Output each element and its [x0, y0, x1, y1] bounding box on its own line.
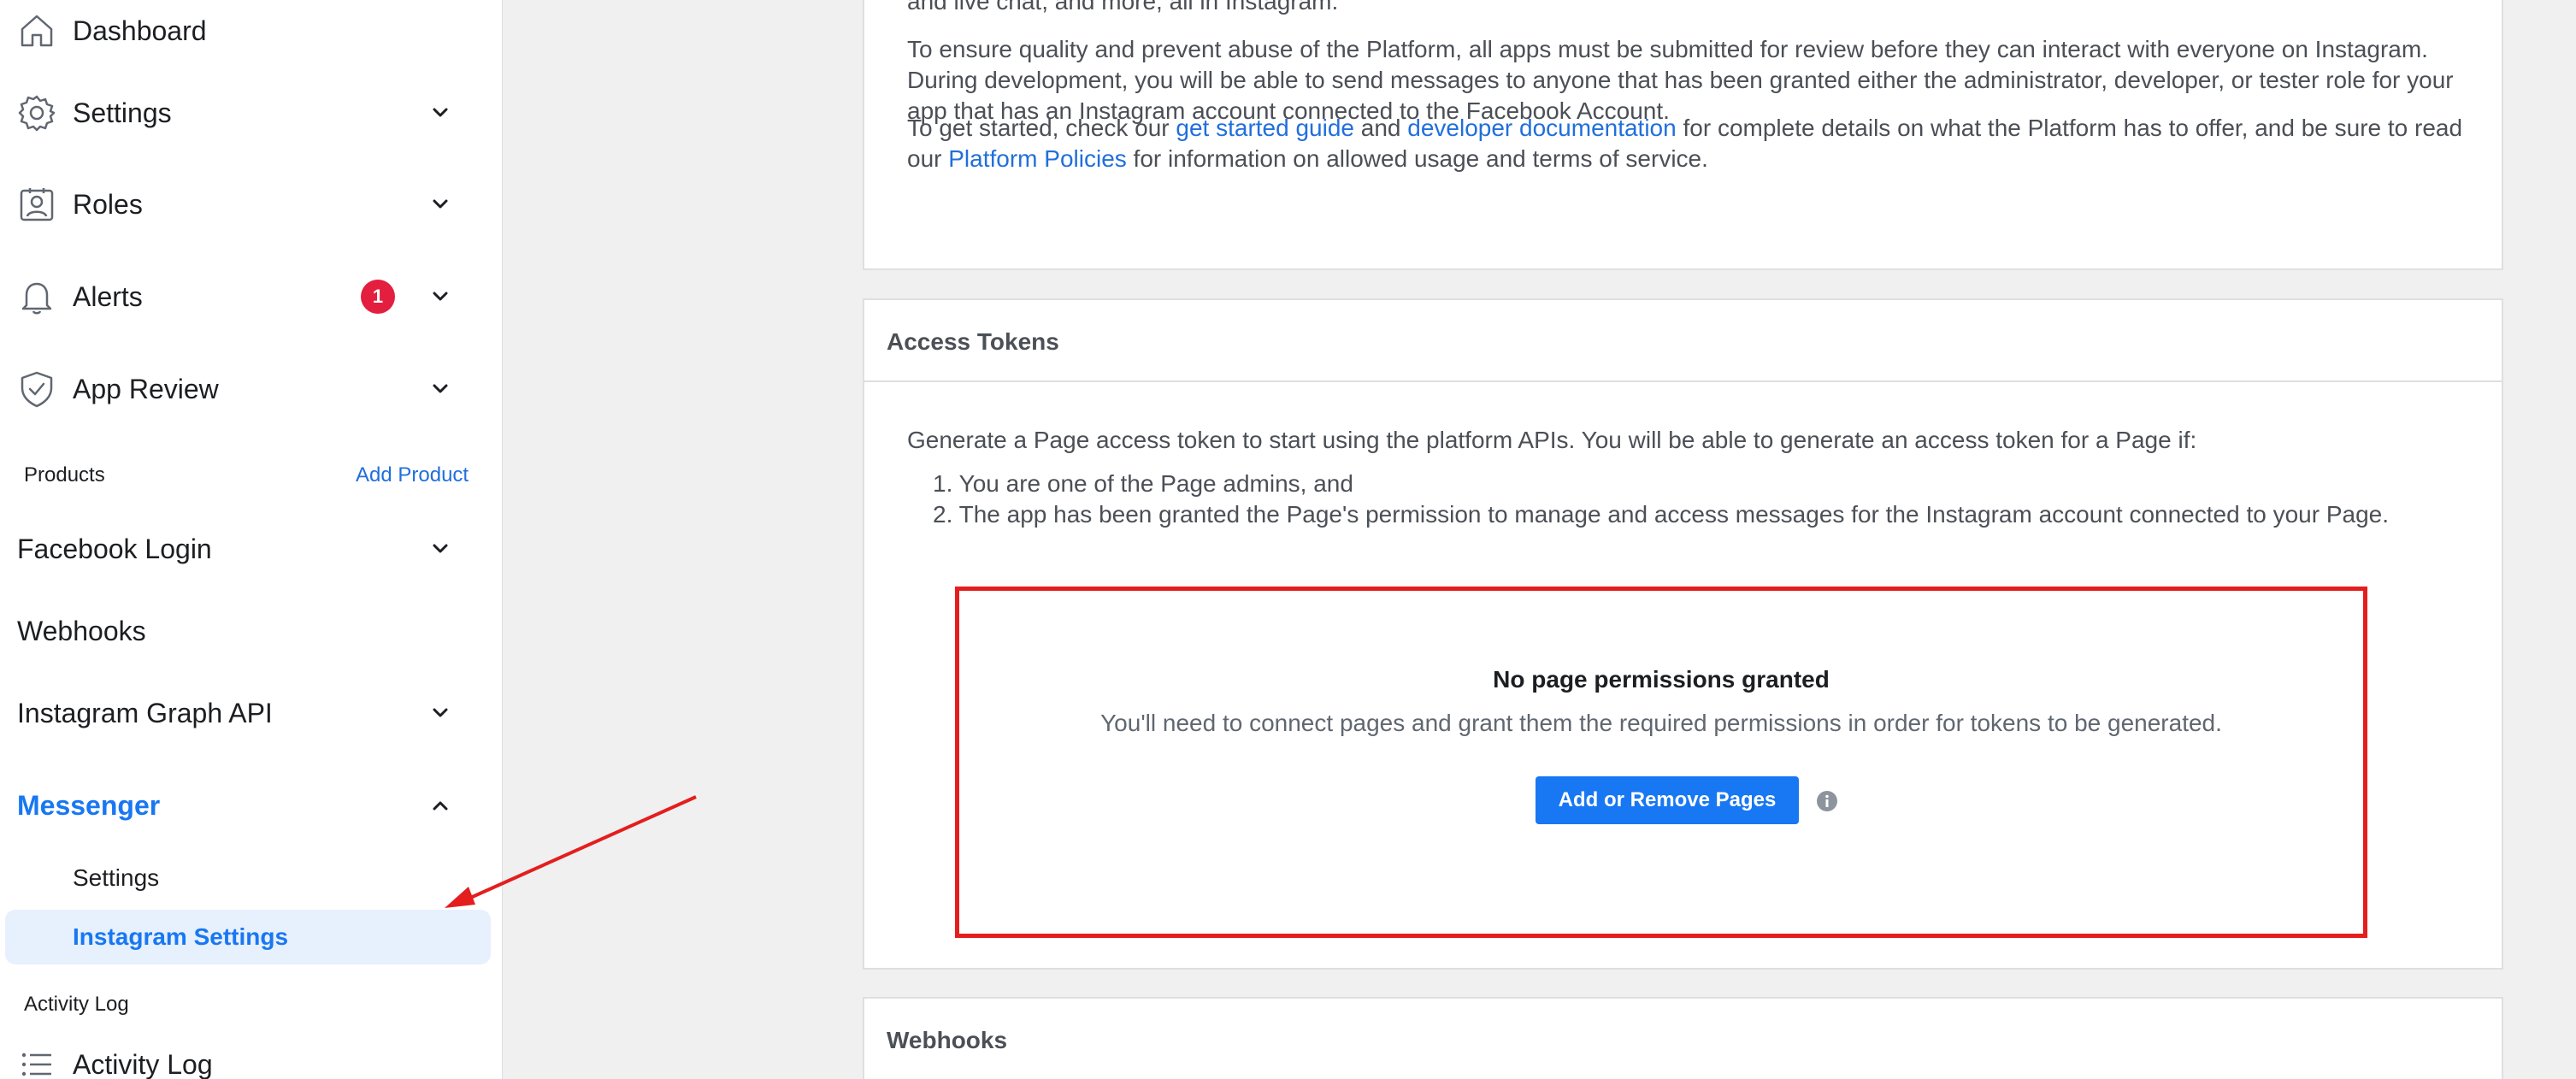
chevron-down-icon[interactable] — [427, 536, 453, 562]
empty-state-title: No page permissions granted — [1493, 666, 1830, 693]
empty-state-description: You'll need to connect pages and grant t… — [1100, 710, 2222, 736]
products-heading: Products — [24, 463, 105, 486]
gear-icon — [17, 93, 56, 133]
sidebar-item-messenger[interactable]: Messenger — [0, 764, 503, 846]
sidebar: Dashboard Settings Roles Alerts 1 App Re… — [0, 0, 503, 1079]
text: for information on allowed usage and ter… — [1126, 145, 1708, 172]
sidebar-item-label: Webhooks — [17, 615, 146, 646]
sidebar-subitem-instagram-settings[interactable]: Instagram Settings — [5, 910, 491, 964]
get-started-guide-link[interactable]: get started guide — [1176, 115, 1354, 141]
sidebar-item-label: Instagram Graph API — [17, 697, 273, 728]
requirement-item: 1. You are one of the Page admins, and — [933, 470, 1353, 497]
sidebar-item-label: Activity Log — [73, 1048, 213, 1079]
webhooks-card: Webhooks — [863, 997, 2503, 1079]
info-icon[interactable] — [1816, 790, 1838, 812]
card-header: Access Tokens — [864, 300, 2502, 382]
sidebar-item-label: Dashboard — [73, 15, 207, 46]
intro-paragraph-2: To get started, check our get started gu… — [907, 113, 2480, 174]
sidebar-item-settings[interactable]: Settings — [0, 72, 503, 154]
chevron-down-icon[interactable] — [427, 376, 453, 402]
chevron-down-icon[interactable] — [427, 284, 453, 310]
intro-card: and live chat, and more, all in Instagra… — [863, 0, 2503, 270]
sidebar-item-roles[interactable]: Roles — [0, 163, 503, 245]
annotation-highlight-box: No page permissions granted You'll need … — [955, 587, 2367, 938]
platform-policies-link[interactable]: Platform Policies — [948, 145, 1127, 172]
sidebar-item-app-review[interactable]: App Review — [0, 348, 503, 430]
sidebar-item-dashboard[interactable]: Dashboard — [0, 0, 503, 72]
bell-icon — [17, 277, 56, 316]
sidebar-item-webhooks[interactable]: Webhooks — [0, 590, 503, 672]
sidebar-item-instagram-graph-api[interactable]: Instagram Graph API — [0, 672, 503, 754]
sidebar-subitem-label: Instagram Settings — [73, 923, 289, 950]
sidebar-item-label: App Review — [73, 373, 219, 404]
sidebar-item-alerts[interactable]: Alerts 1 — [0, 256, 503, 338]
sidebar-item-label: Messenger — [17, 789, 161, 821]
sidebar-item-activity-log[interactable]: Activity Log — [0, 1023, 503, 1079]
developer-documentation-link[interactable]: developer documentation — [1407, 115, 1676, 141]
sidebar-item-facebook-login[interactable]: Facebook Login — [0, 508, 503, 590]
sidebar-subitem-label: Settings — [73, 864, 160, 891]
home-icon — [17, 11, 56, 50]
chevron-down-icon[interactable] — [427, 700, 453, 726]
sidebar-item-label: Settings — [73, 97, 172, 128]
roles-icon — [17, 185, 56, 224]
text: and — [1353, 115, 1408, 141]
list-icon — [17, 1045, 56, 1079]
text: To get started, check our — [907, 115, 1176, 141]
shield-check-icon — [17, 369, 56, 409]
chevron-down-icon[interactable] — [427, 100, 453, 126]
chevron-up-icon[interactable] — [427, 793, 453, 818]
notification-badge: 1 — [361, 280, 395, 314]
access-tokens-intro: Generate a Page access token to start us… — [907, 427, 2197, 453]
requirement-item: 2. The app has been granted the Page's p… — [933, 501, 2389, 528]
intro-text-cut: and live chat, and more, all in Instagra… — [907, 0, 1339, 15]
chevron-down-icon[interactable] — [427, 192, 453, 217]
card-title: Webhooks — [887, 1027, 1008, 1053]
activity-log-heading: Activity Log — [24, 993, 129, 1016]
sidebar-item-label: Roles — [73, 188, 143, 220]
add-or-remove-pages-button[interactable]: Add or Remove Pages — [1536, 776, 1799, 824]
add-product-link[interactable]: Add Product — [356, 463, 469, 487]
sidebar-item-label: Facebook Login — [17, 533, 212, 564]
sidebar-subitem-messenger-settings[interactable]: Settings — [5, 851, 491, 905]
sidebar-item-label: Alerts — [73, 280, 143, 312]
card-title: Access Tokens — [887, 328, 1059, 355]
